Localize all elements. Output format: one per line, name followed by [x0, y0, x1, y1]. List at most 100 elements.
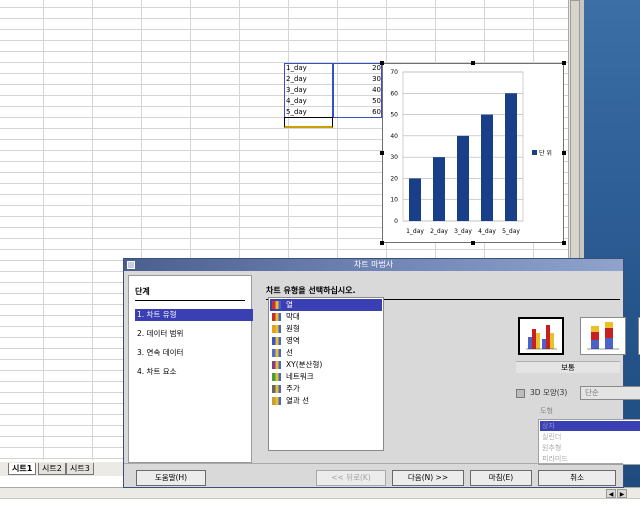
y-tick-label: 70 — [390, 69, 398, 76]
y-tick-label: 0 — [394, 218, 398, 225]
chart-type-3[interactable]: 원형 — [270, 323, 382, 335]
tab-sheet2[interactable]: 시트2 — [38, 463, 66, 475]
resize-handle[interactable] — [380, 151, 384, 155]
dialog-button-row: 도움말(H) << 뒤로(K) 다음(N) >> 마침(E) 취소 — [124, 463, 623, 487]
chart-type-label: 열 — [286, 300, 293, 309]
resize-handle[interactable] — [562, 241, 566, 245]
horizontal-scrollbar[interactable]: ◀ ▶ — [0, 487, 640, 498]
stock-chart-icon — [272, 385, 281, 393]
y-tick-label: 50 — [390, 112, 398, 119]
bar-chart-icon — [272, 313, 281, 321]
chart-type-9[interactable]: 열과 선 — [270, 395, 382, 407]
cell-a-3[interactable]: 3_day — [286, 85, 307, 96]
cell-b-2[interactable]: 30 — [333, 74, 381, 85]
sheet-tabs: 시트1 시트2 시트3 — [0, 462, 125, 476]
pie-chart-icon — [272, 325, 281, 333]
step-item-4[interactable]: 4. 차트 요소 — [135, 366, 253, 378]
scroll-thumb[interactable] — [570, 0, 580, 260]
resize-handle[interactable] — [471, 61, 475, 65]
shape-item-1[interactable]: 상자 — [540, 421, 640, 431]
bar — [433, 157, 445, 221]
stacked-bars-icon — [587, 322, 619, 350]
chart-type-label: XY(분산형) — [286, 360, 323, 369]
chart-type-8[interactable]: 주가 — [270, 383, 382, 395]
x-tick-label: 2_day — [430, 228, 448, 235]
chart-svg: 0 10 20 30 40 50 60 70 1_day 2_day 3_day 4_day 5_day… — [390, 69, 552, 235]
cell-b-5[interactable]: 60 — [333, 107, 381, 118]
step-item-2[interactable]: 2. 데이터 범위 — [135, 328, 253, 340]
cell-b-4[interactable]: 50 — [333, 96, 381, 107]
cell-a-5[interactable]: 5_day — [286, 107, 307, 118]
3d-look-select[interactable]: 단순 ▴▾ — [580, 386, 640, 400]
shape-item-2[interactable]: 실린더 — [540, 432, 640, 442]
bar — [409, 178, 421, 221]
y-tick-label: 10 — [390, 197, 398, 204]
chart-type-label: 선 — [286, 348, 293, 357]
chart-type-4[interactable]: 영역 — [270, 335, 382, 347]
chart-type-5[interactable]: 선 — [270, 347, 382, 359]
resize-handle[interactable] — [562, 151, 566, 155]
normal-bars-icon — [526, 325, 557, 350]
x-tick-label: 1_day — [406, 228, 424, 235]
back-button[interactable]: << 뒤로(K) — [316, 470, 386, 486]
chart-type-7[interactable]: 네트워크 — [270, 371, 382, 383]
3d-look-value: 단순 — [585, 388, 599, 397]
bar — [481, 114, 493, 221]
app-icon — [127, 261, 135, 269]
help-button[interactable]: 도움말(H) — [136, 470, 206, 486]
chart-type-1[interactable]: 열 — [270, 299, 382, 311]
shape-item-3[interactable]: 원추형 — [540, 443, 640, 453]
bar — [505, 93, 517, 221]
legend-label: 단 위 — [539, 149, 552, 157]
x-tick-label: 5_day — [502, 228, 520, 235]
3d-look-label: 3D 모양(3) — [530, 388, 568, 397]
chart-type-label: 네트워크 — [286, 372, 314, 381]
chart-type-6[interactable]: XY(분산형) — [270, 359, 382, 371]
chart-type-label: 영역 — [286, 336, 300, 345]
column-chart-icon — [272, 301, 281, 309]
status-bar — [0, 498, 640, 512]
chart-type-2[interactable]: 막대 — [270, 311, 382, 323]
shape-list[interactable]: 상자 실린더 원추형 피라미드 — [538, 419, 640, 465]
cell-b-1[interactable]: 20 — [333, 63, 381, 74]
cancel-button[interactable]: 취소 — [538, 470, 616, 486]
finish-button[interactable]: 마침(E) — [470, 470, 532, 486]
3d-look-checkbox[interactable] — [516, 389, 525, 398]
embedded-chart[interactable]: 0 10 20 30 40 50 60 70 1_day 2_day 3_day 4_day 5_day… — [382, 63, 564, 243]
cell-b-3[interactable]: 40 — [333, 85, 381, 96]
screen: { "sheet": { "cells_a": ["1_day","2_day"… — [0, 0, 640, 512]
dialog-titlebar[interactable]: 차트 마법사 — [124, 259, 623, 271]
variant-normal[interactable] — [518, 317, 564, 355]
line-chart-icon — [272, 349, 281, 357]
dialog-title: 차트 마법사 — [353, 260, 394, 269]
active-cell[interactable] — [284, 117, 333, 128]
scroll-left-icon[interactable]: ◀ — [606, 489, 616, 498]
scroll-right-icon[interactable]: ▶ — [617, 489, 627, 498]
chart-type-label: 열과 선 — [286, 396, 310, 405]
resize-handle[interactable] — [471, 241, 475, 245]
chart-type-label: 막대 — [286, 312, 300, 321]
tab-sheet1[interactable]: 시트1 — [8, 463, 37, 475]
chart-type-list[interactable]: 열막대원형 영역선 XY(분산형) 네트워크주가열과 선 — [268, 297, 384, 451]
shape-label: 도형 — [540, 407, 553, 415]
step-item-1[interactable]: 1. 차트 유형 — [135, 309, 253, 321]
next-button[interactable]: 다음(N) >> — [392, 470, 464, 486]
resize-handle[interactable] — [380, 241, 384, 245]
chart-wizard-dialog: 차트 마법사 단계 1. 차트 유형 2. 데이터 범위 3. 연속 데이터 4. 차… — [123, 258, 640, 488]
tab-sheet3[interactable]: 시트3 — [66, 463, 94, 475]
variant-stacked[interactable] — [580, 317, 626, 355]
column-line-icon — [272, 397, 281, 405]
chart-type-panel: 차트 유형을 선택하십시오. 열막대원형 영역선 XY(분산형) 네트워크주가열과 선 — [258, 275, 640, 465]
y-tick-label: 20 — [390, 175, 398, 182]
cell-a-2[interactable]: 2_day — [286, 74, 307, 85]
variant-label: 보통 — [516, 361, 620, 373]
step-item-3[interactable]: 3. 연속 데이터 — [135, 347, 253, 359]
legend-swatch — [532, 150, 537, 155]
steps-title: 단계 — [135, 287, 150, 296]
cell-a-4[interactable]: 4_day — [286, 96, 307, 107]
chart-type-label: 주가 — [286, 384, 300, 393]
panel-heading: 차트 유형을 선택하십시오. — [266, 286, 356, 295]
steps-panel: 단계 1. 차트 유형 2. 데이터 범위 3. 연속 데이터 4. 차트 요소 — [128, 275, 253, 463]
cell-a-1[interactable]: 1_day — [286, 63, 307, 74]
resize-handle[interactable] — [562, 61, 566, 65]
